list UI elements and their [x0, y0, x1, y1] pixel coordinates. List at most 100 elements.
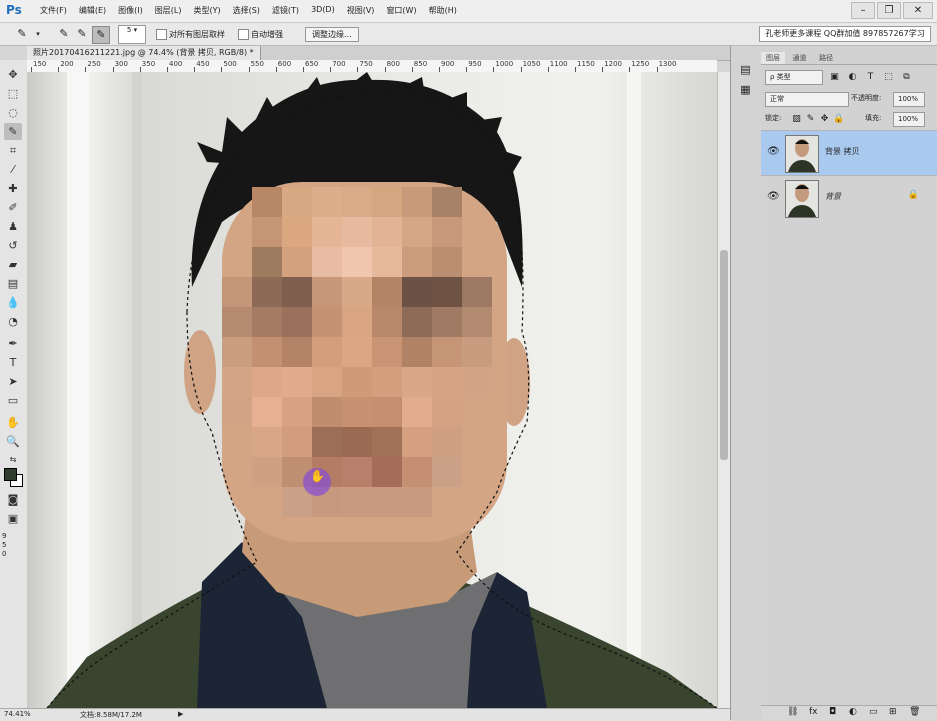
menu-help[interactable]: 帮助(H) — [423, 5, 463, 16]
crop-tool-icon[interactable]: ⌗ — [4, 142, 22, 159]
lock-position-icon[interactable]: ✥ — [819, 114, 830, 125]
filter-type-icon[interactable]: T — [865, 72, 876, 83]
lock-image-icon[interactable]: ✎ — [805, 114, 816, 125]
quick-mask-icon[interactable]: ◙ — [4, 491, 22, 508]
add-mask-icon[interactable]: ◘ — [829, 707, 836, 717]
marquee-tool-icon[interactable]: ⬚ — [4, 85, 22, 102]
menu-select[interactable]: 选择(S) — [227, 5, 266, 16]
type-tool-icon[interactable]: T — [4, 354, 22, 371]
menu-edit[interactable]: 编辑(E) — [73, 5, 112, 16]
screen-mode-icon[interactable]: ▣ — [4, 510, 22, 527]
document-size: 文档:8.58M/17.2M — [80, 711, 142, 719]
history-panel-icon[interactable]: ▤ — [738, 62, 753, 77]
layer-thumbnail — [785, 135, 819, 173]
panel-icon-strip: ▤ ▦ — [730, 46, 762, 720]
brush-size-picker[interactable]: 5 ▾ — [118, 25, 146, 44]
ruler-tick-label: 1200 — [604, 60, 623, 68]
path-selection-tool-icon[interactable]: ➤ — [4, 373, 22, 390]
lock-all-icon[interactable]: 🔒 — [833, 114, 844, 125]
ruler-tick-label: 450 — [196, 60, 210, 68]
filter-adjustment-icon[interactable]: ◐ — [847, 72, 858, 83]
menu-layer[interactable]: 图层(L) — [149, 5, 188, 16]
layer-filter-select[interactable]: ρ 类型 — [765, 70, 823, 85]
delete-layer-icon[interactable]: 🗑 — [909, 707, 920, 717]
menu-image[interactable]: 图像(I) — [112, 5, 149, 16]
new-layer-icon[interactable]: ⊞ — [889, 707, 897, 717]
menu-filter[interactable]: 滤镜(T) — [266, 5, 305, 16]
menu-3d[interactable]: 3D(D) — [305, 5, 341, 16]
menu-bar: Ps 文件(F) 编辑(E) 图像(I) 图层(L) 类型(Y) 选择(S) 滤… — [0, 0, 937, 23]
filter-image-icon[interactable]: ▣ — [829, 72, 840, 83]
sample-all-layers-checkbox[interactable] — [156, 29, 167, 40]
history-brush-tool-icon[interactable]: ↺ — [4, 237, 22, 254]
hand-tool-icon[interactable]: ✋ — [4, 414, 22, 431]
ruler-tick-label: 650 — [305, 60, 319, 68]
eyedropper-tool-icon[interactable]: ⁄ — [4, 161, 22, 178]
visibility-eye-icon[interactable]: 👁 — [767, 191, 780, 202]
close-button[interactable]: ✕ — [903, 2, 933, 19]
move-tool-icon[interactable]: ✥ — [4, 66, 22, 83]
document-tab-bar: 照片20170416211221.jpg @ 74.4% (背景 拷贝, RGB… — [27, 46, 730, 61]
filter-smart-object-icon[interactable]: ⧉ — [901, 72, 912, 83]
filter-shape-icon[interactable]: ⬚ — [883, 72, 894, 83]
blend-mode-select[interactable]: 正常 — [765, 92, 849, 107]
new-adjustment-icon[interactable]: ◐ — [849, 707, 857, 717]
tab-paths[interactable]: 路径 — [814, 52, 838, 64]
document-canvas[interactable]: ✋ — [27, 72, 717, 708]
tab-layers[interactable]: 图层 — [761, 52, 785, 64]
ruler-tick-label: 700 — [332, 60, 346, 68]
layer-style-icon[interactable]: fx — [809, 707, 818, 717]
minimize-button[interactable]: – — [851, 2, 875, 19]
status-arrow-icon[interactable]: ▶ — [178, 710, 183, 718]
subtract-from-selection-icon[interactable]: ✎ — [92, 26, 110, 44]
quick-selection-tool-icon[interactable]: ✎ — [4, 123, 22, 140]
swap-colors-icon[interactable]: ⇆ — [4, 451, 22, 468]
visibility-eye-icon[interactable]: 👁 — [767, 146, 780, 157]
opacity-input[interactable]: 100% — [893, 92, 925, 107]
pen-tool-icon[interactable]: ✒ — [4, 335, 22, 352]
properties-panel-icon[interactable]: ▦ — [738, 82, 753, 97]
layer-thumbnail — [785, 180, 819, 218]
layer-lock-icon: 🔒 — [907, 190, 919, 200]
eraser-tool-icon[interactable]: ▰ — [4, 256, 22, 273]
preset-dropdown-icon[interactable]: ▾ — [30, 26, 46, 42]
photoshop-logo: Ps — [6, 3, 22, 17]
link-layers-icon[interactable]: ⛓ — [787, 707, 798, 717]
tab-channels[interactable]: 通道 — [788, 52, 812, 64]
restore-button[interactable]: ❐ — [877, 2, 901, 19]
lasso-tool-icon[interactable]: ◌ — [4, 104, 22, 121]
quick-selection-preset-icon[interactable]: ✎ — [14, 26, 30, 42]
fill-input[interactable]: 100% — [893, 112, 925, 127]
layer-name[interactable]: 背景 拷贝 — [825, 146, 860, 157]
new-group-icon[interactable]: ▭ — [869, 707, 878, 717]
new-selection-icon[interactable]: ✎ — [56, 26, 72, 42]
menu-type[interactable]: 类型(Y) — [187, 5, 226, 16]
ruler-tick-label: 1050 — [522, 60, 541, 68]
scrollbar-thumb[interactable] — [720, 250, 728, 460]
clone-stamp-tool-icon[interactable]: ♟ — [4, 218, 22, 235]
menu-file[interactable]: 文件(F) — [34, 5, 73, 16]
dodge-tool-icon[interactable]: ◔ — [4, 313, 22, 330]
menu-window[interactable]: 窗口(W) — [380, 5, 422, 16]
options-bar: ✎ ▾ ✎ ✎ ✎ 5 ▾ 对所有图层取样 自动增强 调整边缘... 孔老师更多… — [0, 23, 937, 46]
document-tab[interactable]: 照片20170416211221.jpg @ 74.4% (背景 拷贝, RGB… — [27, 46, 261, 60]
layer-name[interactable]: 背景 — [825, 191, 841, 202]
ruler-tick-label: 150 — [33, 60, 47, 68]
add-to-selection-icon[interactable]: ✎ — [74, 26, 90, 42]
refine-edge-button[interactable]: 调整边缘... — [305, 27, 359, 42]
auto-enhance-checkbox[interactable] — [238, 29, 249, 40]
zoom-tool-icon[interactable]: 🔍 — [4, 433, 22, 450]
lock-transparent-icon[interactable]: ▨ — [791, 114, 802, 125]
promo-text-box: 孔老师更多课程 QQ群加值 897857267学习 — [759, 26, 931, 42]
brush-tool-icon[interactable]: ✐ — [4, 199, 22, 216]
layer-row-background-copy[interactable]: 👁 背景 拷贝 — [761, 130, 937, 175]
blur-tool-icon[interactable]: 💧 — [4, 294, 22, 311]
gradient-tool-icon[interactable]: ▤ — [4, 275, 22, 292]
rectangle-tool-icon[interactable]: ▭ — [4, 392, 22, 409]
zoom-level[interactable]: 74.41% — [4, 710, 31, 718]
healing-brush-tool-icon[interactable]: ✚ — [4, 180, 22, 197]
layer-row-background[interactable]: 👁 背景 🔒 — [761, 175, 937, 220]
vertical-scrollbar[interactable] — [717, 72, 730, 708]
foreground-color-swatch[interactable] — [4, 468, 17, 481]
menu-view[interactable]: 视图(V) — [341, 5, 381, 16]
